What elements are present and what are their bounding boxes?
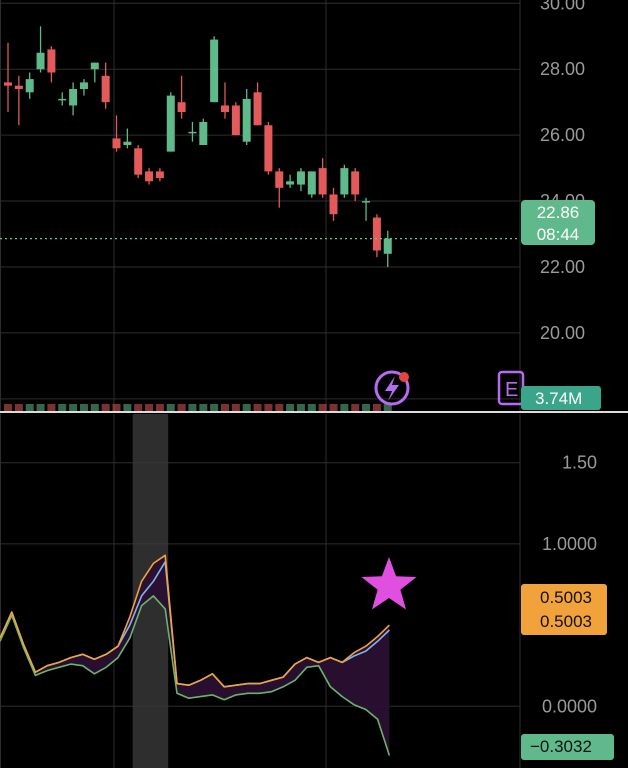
candle-body [47, 49, 56, 73]
candle-body [318, 168, 327, 195]
indicator-value-tags: 0.5003 0.5003 [521, 584, 607, 635]
indicator-axis-label: 0.0000 [542, 696, 597, 716]
price-axis-label: 22.00 [540, 257, 585, 277]
volume-bar [123, 404, 132, 411]
last-price-value: 22.86 [537, 203, 580, 222]
candle-body [242, 98, 251, 142]
grid-lines [0, 0, 521, 412]
volume-bar [101, 404, 110, 411]
volume-bar [112, 404, 121, 411]
candle-body [145, 171, 154, 182]
candle-body [351, 171, 360, 195]
candle-body [177, 102, 186, 113]
price-axis-label: 20.00 [540, 323, 585, 343]
candle-body [112, 138, 121, 149]
star-icon[interactable] [361, 557, 417, 610]
indicator-axis-label: 1.50 [562, 453, 597, 473]
price-axis-label: 30.00 [540, 0, 585, 13]
volume-bar [199, 404, 208, 411]
candle-body [329, 194, 338, 215]
candle-body [210, 39, 219, 103]
indicator-axis-label: 1.0000 [542, 534, 597, 554]
candle-body [296, 171, 305, 185]
volume-bar [4, 404, 12, 411]
volume-bar [188, 404, 197, 411]
candle-body [58, 98, 67, 101]
indicator-bottom-tag: −0.3032 [521, 734, 614, 760]
volume-bar [318, 404, 327, 411]
candle-body [155, 171, 164, 178]
candle-body [372, 217, 381, 251]
volume-bar [79, 404, 88, 411]
indicator-tag-1: 0.5003 [540, 588, 592, 607]
volume-bar [90, 404, 99, 411]
candle-body [134, 148, 143, 175]
candle-body [25, 79, 34, 93]
volume-bar [155, 404, 164, 411]
volume-bar [210, 404, 219, 411]
volume-bar [296, 404, 305, 411]
candle-body [36, 52, 45, 70]
candle-body [79, 82, 88, 89]
volume-bar [36, 404, 45, 411]
volume-bar [362, 404, 371, 411]
candle-body [286, 181, 295, 185]
candle-body [307, 171, 316, 195]
candle-body [4, 82, 12, 86]
candle-body [221, 105, 229, 113]
volume-bar [372, 404, 381, 411]
candle-body [362, 201, 371, 203]
volume-bar [166, 404, 175, 411]
last-price-tag: 22.86 08:44 [521, 200, 595, 245]
volume-bar [47, 404, 56, 411]
volume-bar [340, 404, 349, 411]
volume-bar [58, 404, 67, 411]
candle-body [69, 88, 78, 106]
volume-bar [69, 404, 78, 411]
price-axis-label: 28.00 [540, 59, 585, 79]
volume-bar [177, 404, 186, 411]
indicator-tag-2: 0.5003 [540, 612, 592, 631]
trading-chart[interactable]: 30.0028.0026.0024.0022.0020.0018.00 22.8… [0, 0, 628, 768]
volume-bar [221, 404, 229, 411]
volume-bar [14, 404, 23, 411]
candle-body [166, 95, 175, 152]
candle-body [383, 238, 392, 254]
candle-body [340, 168, 349, 195]
candle-body [264, 125, 273, 172]
candle-body [101, 75, 110, 103]
volume-bar [242, 404, 251, 411]
candle-body [275, 171, 284, 188]
volume-bar [264, 404, 273, 411]
volume-bars [4, 404, 392, 411]
volume-bar [307, 404, 316, 411]
volume-tag: 3.74M [521, 386, 601, 410]
volume-bar [351, 404, 360, 411]
indicator-bottom-value: −0.3032 [530, 737, 592, 756]
candlestick-series [4, 26, 392, 267]
countdown-timer: 08:44 [537, 225, 580, 244]
candle-body [231, 105, 240, 136]
volume-value: 3.74M [535, 389, 582, 408]
candle-body [90, 62, 99, 70]
volume-bar [329, 404, 338, 411]
volume-bar [275, 404, 284, 411]
indicator-grid [0, 414, 521, 768]
volume-bar [145, 404, 154, 411]
candle-body [253, 92, 262, 126]
candle-body [14, 85, 23, 89]
price-axis-label: 26.00 [540, 125, 585, 145]
indicator-fill-area [0, 555, 390, 756]
candle-body [123, 141, 132, 146]
volume-bar [134, 404, 143, 411]
volume-bar [253, 404, 262, 411]
candle-body [188, 131, 197, 134]
candle-body [199, 121, 208, 146]
e-box-label: E [505, 379, 518, 401]
volume-bar [286, 404, 295, 411]
volume-bar [231, 404, 240, 411]
volume-bar [25, 404, 34, 411]
